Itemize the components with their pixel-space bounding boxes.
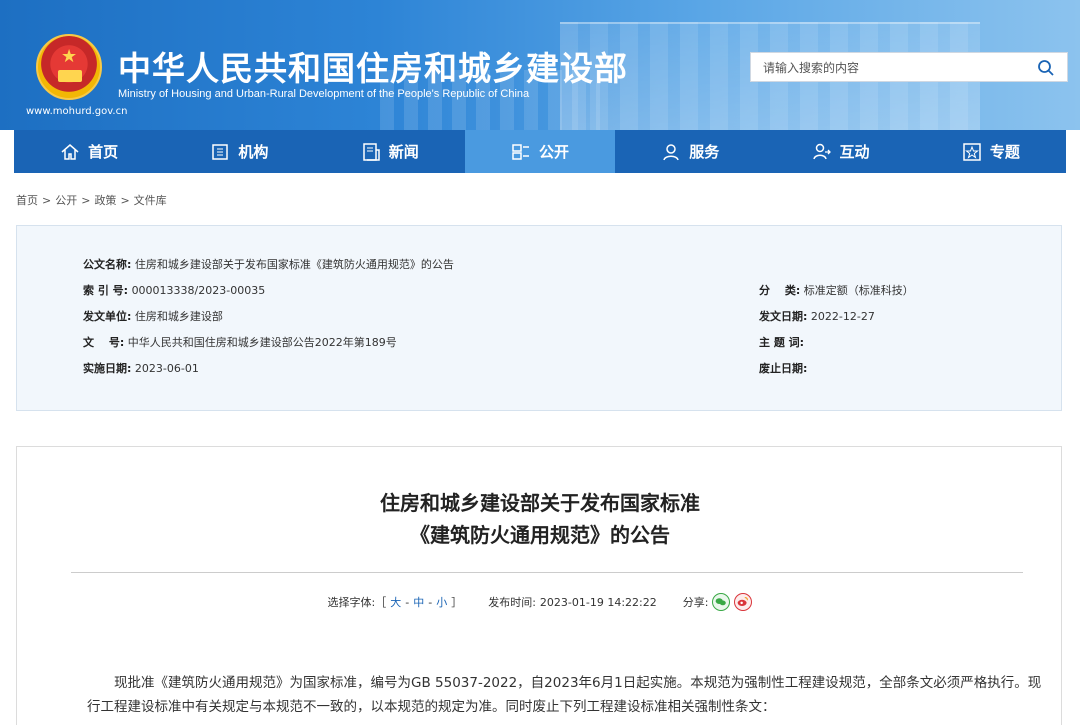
nav-item-organization[interactable]: 机构 — [164, 130, 314, 173]
article-divider — [71, 572, 1023, 573]
info-label: 分 类: — [759, 284, 801, 297]
nav-item-news[interactable]: 新闻 — [315, 130, 465, 173]
search-box — [750, 52, 1068, 82]
site-subtitle: Ministry of Housing and Urban-Rural Deve… — [118, 88, 530, 100]
info-value: 住房和城乡建设部 — [134, 310, 223, 323]
nav-item-label: 公开 — [538, 143, 569, 161]
share-label: 分享: — [682, 596, 709, 609]
nav-item-home[interactable]: 首页 — [14, 130, 164, 173]
article-body: 现批准《建筑防火通用规范》为国家标准，编号为GB 55037-2022，自202… — [87, 675, 1042, 715]
building-icon — [212, 143, 229, 160]
breadcrumb-item[interactable]: 首页 — [16, 194, 38, 207]
font-size-separator: - — [428, 595, 433, 609]
info-label: 实施日期: — [83, 362, 132, 375]
info-effective-date: 实施日期: 2023-06-01 — [83, 360, 199, 376]
info-issue-date: 发文日期: 2022-12-27 — [759, 308, 875, 324]
search-icon — [1038, 60, 1054, 76]
info-category: 分 类: 标准定额（标准科技） — [759, 282, 914, 298]
font-size-small-link[interactable]: 小 — [436, 594, 447, 610]
nav-item-public[interactable]: 公开 — [464, 130, 616, 173]
info-value: 2022-12-27 — [810, 310, 875, 323]
info-subject: 主 题 词: — [759, 334, 804, 350]
info-value: 2023-06-01 — [134, 362, 199, 375]
font-size-large-link[interactable]: 大 — [390, 594, 401, 610]
search-input[interactable] — [763, 59, 1023, 77]
nav-item-label: 专题 — [989, 143, 1020, 161]
info-repeal-date: 废止日期: — [759, 360, 807, 376]
breadcrumb-item[interactable]: 公开 — [55, 194, 77, 207]
info-document-number: 文 号: 中华人民共和国住房和城乡建设部公告2022年第189号 — [83, 334, 397, 350]
info-label: 主 题 词: — [759, 336, 805, 349]
nav-item-service[interactable]: 服务 — [615, 130, 765, 173]
site-url: www.mohurd.gov.cn — [26, 106, 128, 117]
home-icon — [61, 143, 79, 160]
font-size-medium-link[interactable]: 中 — [413, 594, 424, 610]
info-index-number: 索 引 号: 000013338/2023-00035 — [83, 282, 265, 298]
nav-item-label: 服务 — [689, 143, 720, 161]
publish-time: 2023-01-19 14:22:22 — [539, 595, 657, 609]
info-label: 发文单位: — [83, 310, 132, 323]
nav-item-label: 互动 — [839, 143, 870, 161]
publish-label: 发布时间: — [488, 596, 536, 609]
info-label: 废止日期: — [759, 362, 808, 375]
info-doc-name: 公文名称: 住房和城乡建设部关于发布国家标准《建筑防火通用规范》的公告 — [83, 256, 454, 272]
interaction-icon — [812, 143, 831, 159]
nav-item-label: 新闻 — [388, 143, 419, 161]
font-size-close: ］ — [451, 596, 463, 609]
wechat-icon — [716, 598, 727, 606]
nav-item-topic[interactable]: 专题 — [916, 130, 1066, 173]
weibo-share-icon[interactable] — [734, 593, 753, 611]
service-icon — [663, 143, 679, 160]
info-value: 标准定额（标准科技） — [803, 284, 914, 297]
wechat-share-icon[interactable] — [712, 593, 731, 611]
national-emblem-icon: ★ — [36, 34, 102, 100]
nav-item-label: 首页 — [88, 143, 119, 161]
main-nav: 首页 机构 新闻 公开 服务 互动 专题 — [14, 130, 1066, 173]
nav-item-label: 机构 — [238, 143, 269, 161]
news-icon — [362, 142, 380, 161]
font-size-separator: - — [405, 595, 410, 609]
breadcrumb-separator: > — [120, 194, 130, 207]
document-info-panel: 公文名称: 住房和城乡建设部关于发布国家标准《建筑防火通用规范》的公告 索 引 … — [16, 225, 1062, 411]
article-title-line-1: 住房和城乡建设部关于发布国家标准 — [380, 491, 700, 515]
info-label: 发文日期: — [759, 310, 808, 323]
info-label: 文 号: — [83, 336, 125, 349]
breadcrumb-item[interactable]: 政策 — [94, 194, 116, 207]
topic-icon — [963, 142, 981, 161]
info-value: 000013338/2023-00035 — [131, 284, 266, 297]
font-size-label: 选择字体:［ — [327, 596, 387, 609]
nav-item-interaction[interactable]: 互动 — [765, 130, 915, 173]
article-title-line-2: 《建筑防火通用规范》的公告 — [410, 523, 670, 547]
info-issuer: 发文单位: 住房和城乡建设部 — [83, 308, 223, 324]
public-icon — [512, 143, 529, 160]
info-label: 索 引 号: — [83, 284, 129, 297]
search-button[interactable] — [1037, 59, 1055, 77]
breadcrumb-separator: > — [42, 194, 52, 207]
info-label: 公文名称: — [83, 258, 132, 271]
weibo-icon — [738, 597, 749, 606]
breadcrumb-item[interactable]: 文件库 — [134, 194, 167, 207]
header-banner: ★ www.mohurd.gov.cn 中华人民共和国住房和城乡建设部 Mini… — [0, 0, 1080, 130]
info-value: 中华人民共和国住房和城乡建设部公告2022年第189号 — [127, 336, 397, 349]
site-title[interactable]: 中华人民共和国住房和城乡建设部 — [118, 42, 628, 90]
info-value: 住房和城乡建设部关于发布国家标准《建筑防火通用规范》的公告 — [134, 258, 454, 271]
breadcrumb: 首页 > 公开 > 政策 > 文件库 — [16, 192, 167, 208]
article: 住房和城乡建设部关于发布国家标准 《建筑防火通用规范》的公告 选择字体:［ 大 … — [16, 446, 1062, 725]
article-meta: 选择字体:［ 大 - 中 - 小 ］ 发布时间: 2023-01-19 14:2… — [17, 593, 1063, 611]
breadcrumb-separator: > — [81, 194, 91, 207]
